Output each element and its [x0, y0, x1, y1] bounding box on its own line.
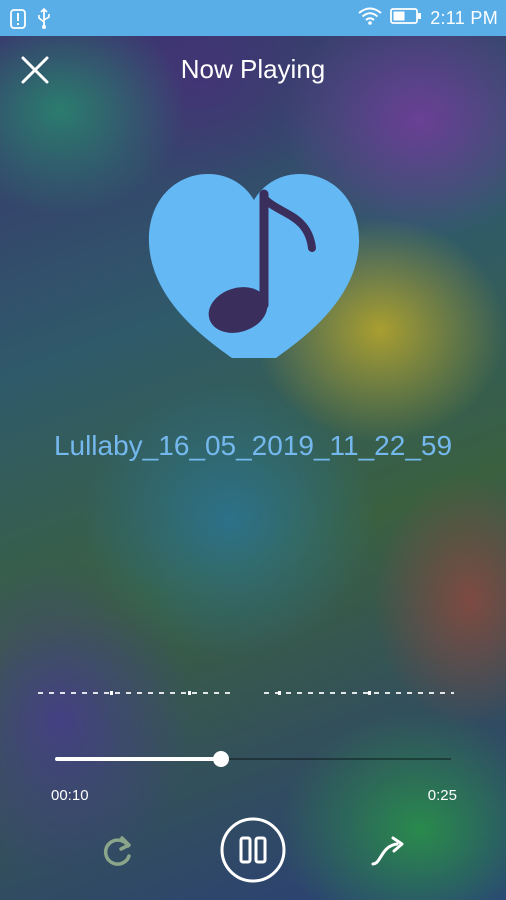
wifi-icon	[358, 7, 382, 30]
total-duration: 0:25	[427, 787, 457, 804]
status-bar: 2:11 PM	[0, 0, 506, 36]
waveform	[38, 683, 454, 695]
share-button[interactable]	[367, 830, 411, 872]
seek-progress	[55, 757, 222, 761]
track-title: Lullaby_16_05_2019_11_22_59	[53, 430, 453, 461]
alert-icon	[10, 9, 26, 34]
seek-thumb[interactable]	[213, 751, 230, 767]
seek-bar[interactable]	[55, 748, 451, 770]
status-time: 2:11 PM	[430, 8, 498, 28]
pause-button[interactable]	[219, 816, 287, 884]
battery-icon	[390, 8, 422, 29]
pause-icon	[220, 817, 286, 883]
page-title: Now Playing	[180, 54, 326, 84]
share-icon	[371, 836, 404, 866]
repeat-icon	[103, 836, 131, 866]
usb-icon	[36, 7, 52, 35]
elapsed-time: 00:10	[51, 787, 89, 804]
heart-music-note-icon	[146, 170, 362, 360]
repeat-button[interactable]	[98, 832, 138, 872]
